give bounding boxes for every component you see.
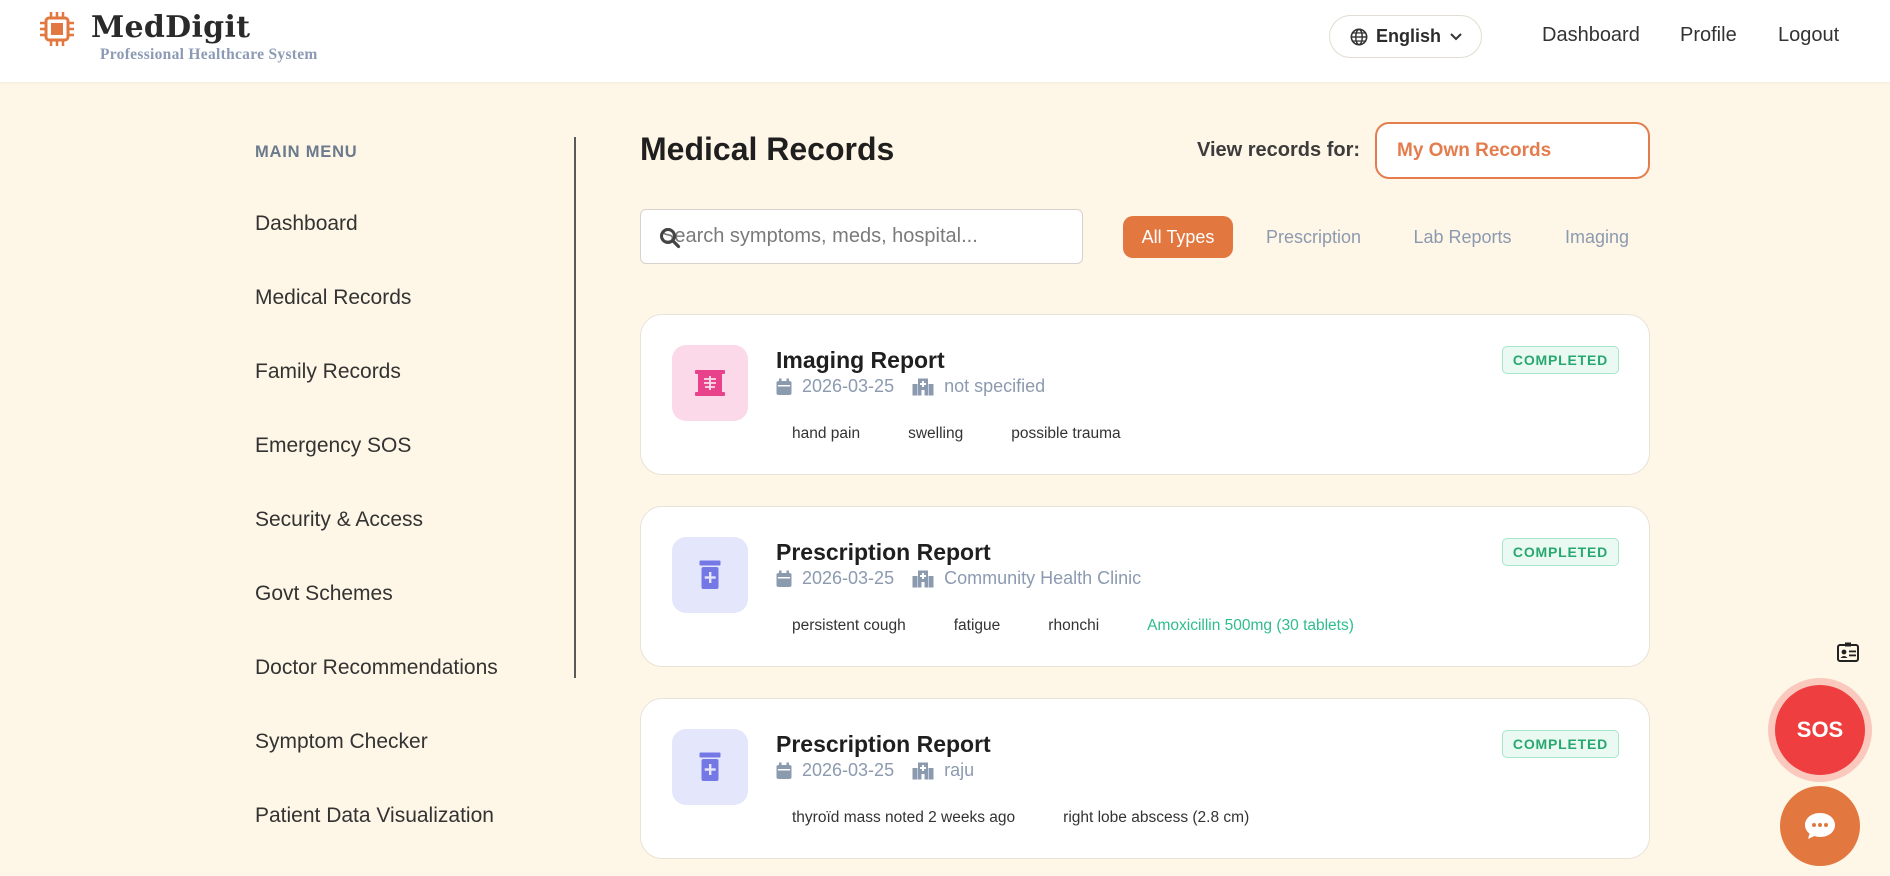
record-icon-box: [672, 537, 748, 613]
sidebar-item-emergency-sos[interactable]: Emergency SOS: [255, 434, 411, 458]
nav-logout[interactable]: Logout: [1778, 24, 1839, 47]
record-tags: hand pain swelling possible trauma: [776, 423, 1137, 445]
record-card[interactable]: Imaging Report 2026-03-25 not specified …: [640, 314, 1650, 475]
medication-tag: Amoxicillin 500mg (30 tablets): [1147, 617, 1354, 634]
prescription-bottle-icon: [699, 560, 721, 589]
hospital-icon: [912, 570, 934, 588]
record-tags: thyroïd mass noted 2 weeks ago right lob…: [776, 807, 1265, 829]
status-badge: COMPLETED: [1501, 730, 1619, 758]
record-tags: persistent cough fatigue rhonchi Amoxici…: [776, 615, 1370, 637]
brand-subtitle: Professional Healthcare System: [100, 46, 318, 63]
record-hospital: raju: [944, 760, 975, 780]
symptom-tag: rhonchi: [1048, 617, 1100, 634]
symptom-tag: possible trauma: [1011, 425, 1121, 442]
symptom-tag: fatigue: [953, 617, 1001, 634]
calendar-icon: [776, 378, 792, 396]
record-date: 2026-03-25: [802, 760, 895, 780]
sidebar-item-security-access[interactable]: Security & Access: [255, 508, 423, 532]
chat-bubble-icon: [1805, 813, 1835, 839]
sidebar-title: MAIN MENU: [255, 143, 358, 161]
globe-icon: [1350, 28, 1368, 45]
calendar-icon: [776, 570, 792, 588]
symptom-tag: thyroïd mass noted 2 weeks ago: [792, 809, 1016, 826]
symptom-tag: hand pain: [792, 425, 861, 442]
record-hospital: not specified: [944, 376, 1046, 396]
record-title: Prescription Report: [776, 539, 991, 565]
chip-icon: [40, 12, 74, 46]
record-meta: 2026-03-25 not specified: [776, 376, 1045, 397]
sidebar-item-patient-data-visualization[interactable]: Patient Data Visualization: [255, 804, 494, 828]
search-input[interactable]: [661, 210, 1071, 263]
view-records-select[interactable]: My Own Records: [1375, 122, 1650, 179]
language-selector[interactable]: English: [1329, 15, 1482, 58]
record-title: Imaging Report: [776, 347, 945, 373]
id-card-icon[interactable]: [1837, 642, 1859, 662]
page-title: Medical Records: [640, 131, 895, 167]
search-icon: [660, 228, 681, 249]
record-title: Prescription Report: [776, 731, 991, 757]
prescription-bottle-icon: [699, 752, 721, 781]
sidebar-item-dashboard[interactable]: Dashboard: [255, 212, 358, 236]
filter-all-types[interactable]: All Types: [1123, 216, 1233, 258]
nav-dashboard[interactable]: Dashboard: [1542, 24, 1640, 47]
status-badge: COMPLETED: [1501, 538, 1619, 566]
record-card[interactable]: Prescription Report 2026-03-25 Community…: [640, 506, 1650, 667]
chat-button[interactable]: [1780, 786, 1860, 866]
sidebar-item-medical-records[interactable]: Medical Records: [255, 286, 411, 310]
symptom-tag: swelling: [908, 425, 964, 442]
nav-profile[interactable]: Profile: [1680, 24, 1737, 47]
record-icon-box: [672, 729, 748, 805]
filter-imaging[interactable]: Imaging: [1552, 216, 1642, 258]
search-box[interactable]: [640, 209, 1083, 264]
sidebar-item-family-records[interactable]: Family Records: [255, 360, 401, 384]
calendar-icon: [776, 762, 792, 780]
record-card[interactable]: Prescription Report 2026-03-25 raju thyr…: [640, 698, 1650, 859]
record-hospital: Community Health Clinic: [944, 568, 1142, 588]
status-badge: COMPLETED: [1501, 346, 1619, 374]
sidebar-item-symptom-checker[interactable]: Symptom Checker: [255, 730, 428, 754]
brand-title[interactable]: MedDigit: [91, 10, 250, 45]
sidebar-divider: [574, 137, 576, 678]
language-label: English: [1376, 26, 1442, 46]
sos-button[interactable]: SOS: [1775, 685, 1865, 775]
filter-prescription[interactable]: Prescription: [1255, 216, 1372, 258]
sidebar-item-govt-schemes[interactable]: Govt Schemes: [255, 582, 393, 606]
record-meta: 2026-03-25 Community Health Clinic: [776, 568, 1141, 589]
hospital-icon: [912, 378, 934, 396]
top-header: MedDigit Professional Healthcare System …: [0, 0, 1890, 82]
record-meta: 2026-03-25 raju: [776, 760, 974, 781]
x-ray-icon: [695, 370, 725, 396]
chevron-down-icon: [1450, 32, 1462, 40]
record-icon-box: [672, 345, 748, 421]
filter-lab-reports[interactable]: Lab Reports: [1405, 216, 1520, 258]
hospital-icon: [912, 762, 934, 780]
symptom-tag: right lobe abscess (2.8 cm): [1063, 809, 1250, 826]
sidebar-item-doctor-recommendations[interactable]: Doctor Recommendations: [255, 656, 498, 680]
record-date: 2026-03-25: [802, 568, 895, 588]
record-date: 2026-03-25: [802, 376, 895, 396]
view-records-label: View records for:: [1197, 139, 1361, 161]
symptom-tag: persistent cough: [792, 617, 906, 634]
